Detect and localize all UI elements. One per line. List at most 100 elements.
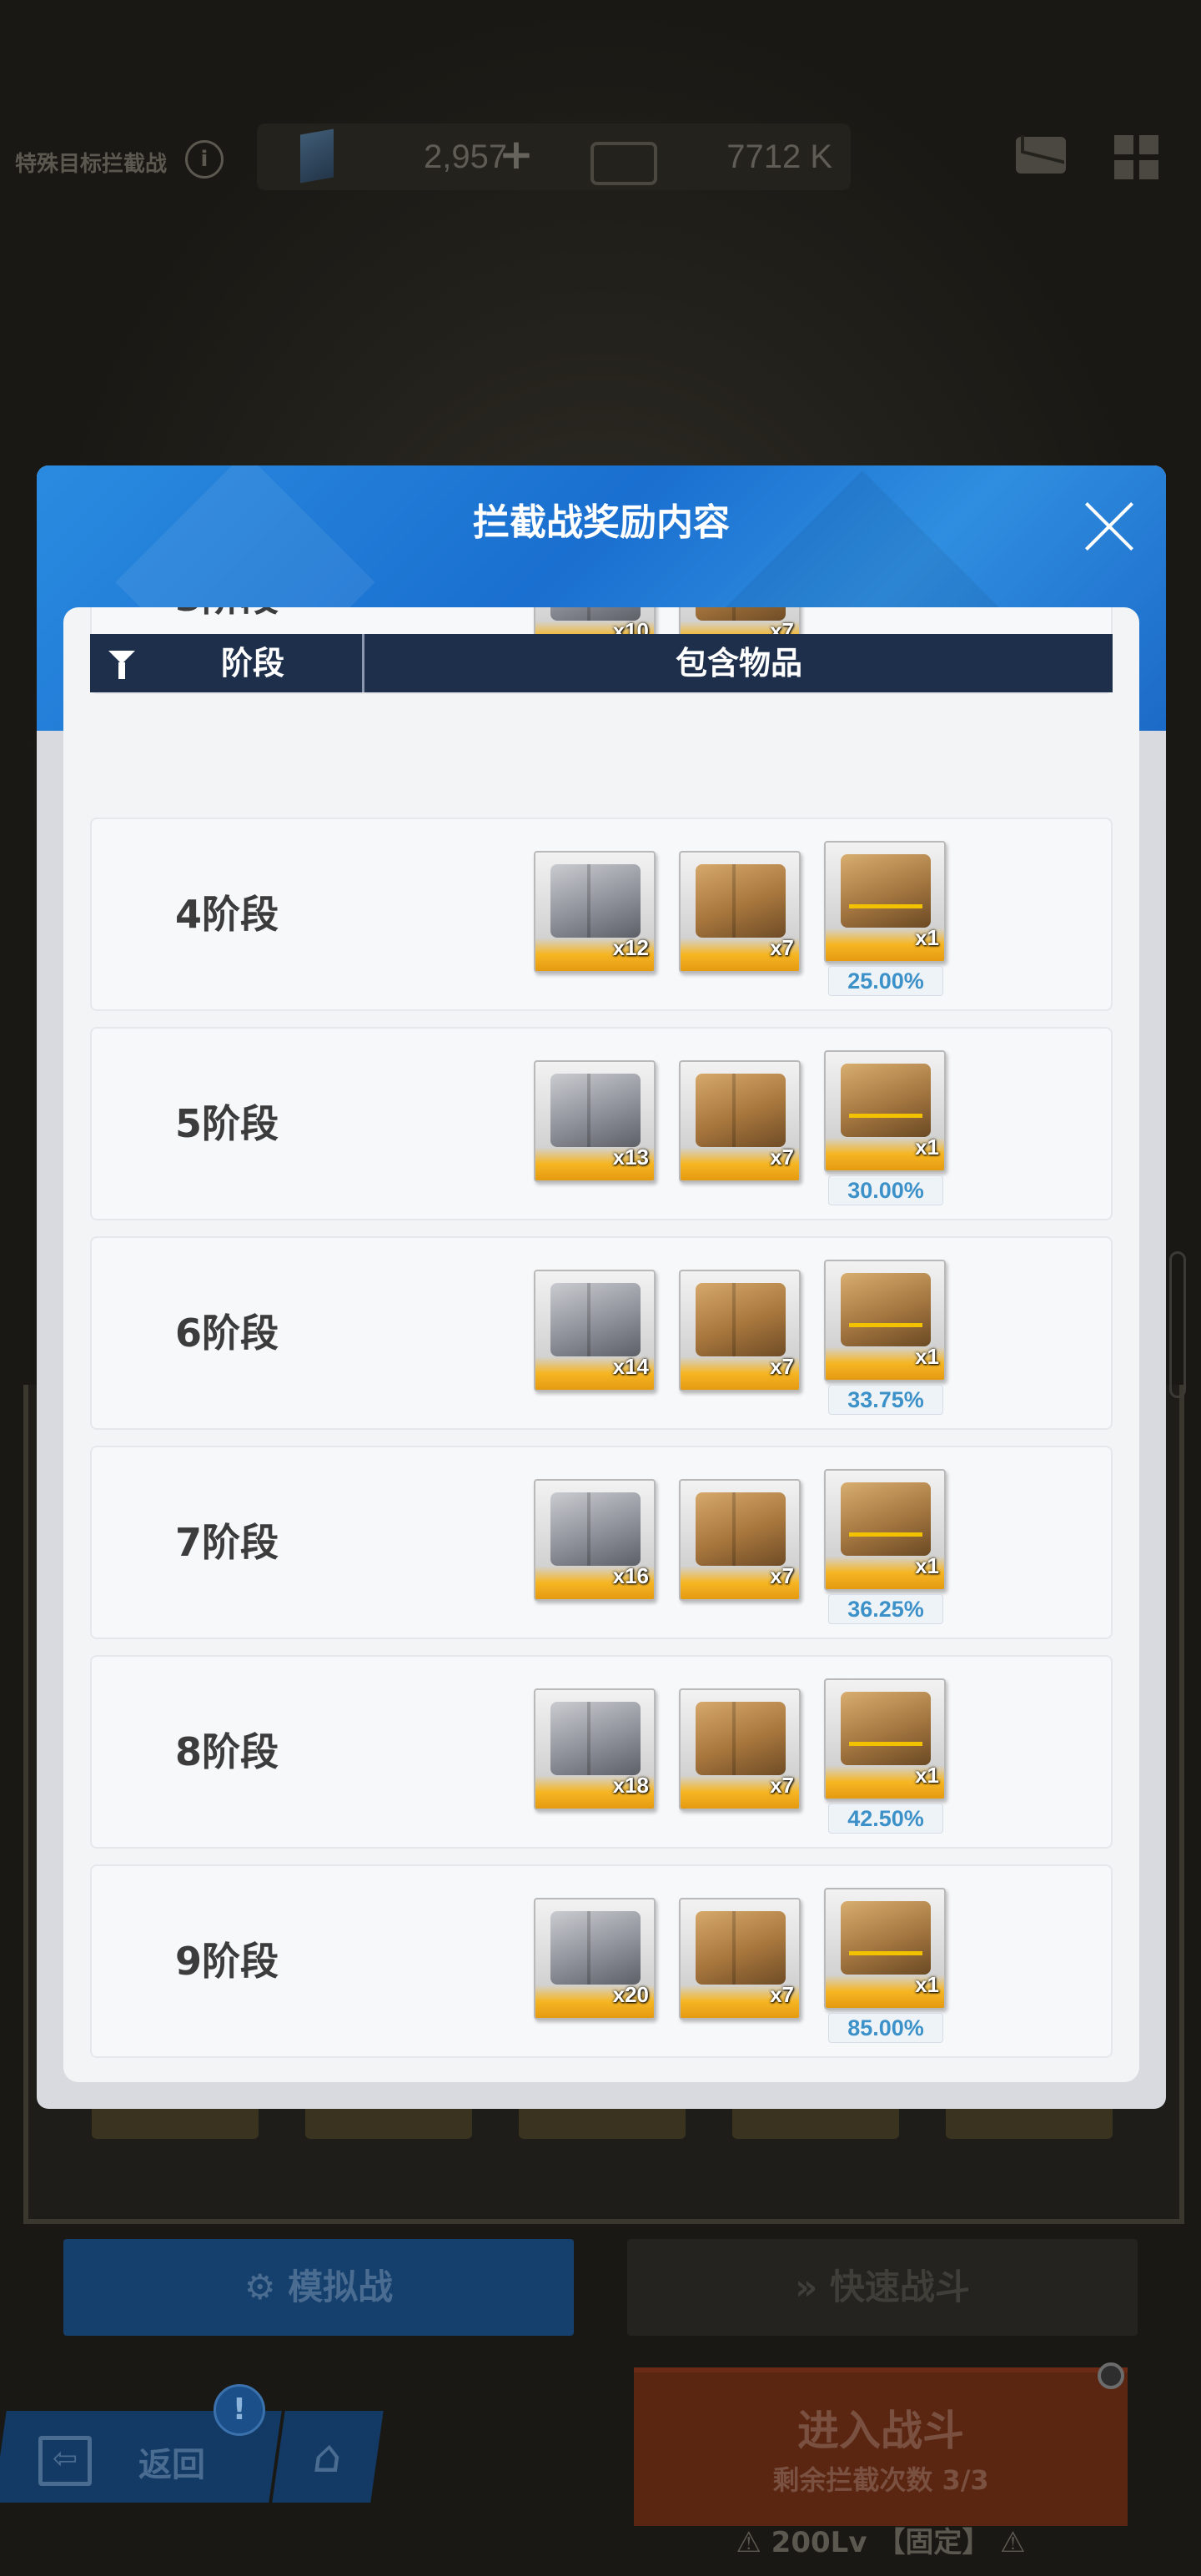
item-quantity: x20 — [612, 1982, 649, 2007]
stage-label: 5阶段 — [175, 1101, 279, 1146]
drop-chance: 30.00% — [828, 1175, 943, 1205]
header-divider — [362, 634, 364, 692]
drop-chance: 85.00% — [828, 2013, 943, 2043]
item-quantity: x1 — [915, 1553, 939, 1578]
reward-row: 8阶段 x18 x7 x1 42.50% — [90, 1655, 1113, 1849]
item-quantity: x1 — [915, 1972, 939, 1997]
reward-row: 7阶段 x16 x7 x1 36.25% — [90, 1446, 1113, 1639]
item-quantity: x1 — [915, 1344, 939, 1369]
reward-row: 6阶段 x14 x7 x1 33.75% — [90, 1236, 1113, 1430]
reward-row: 4阶段 x12 x7 x1 25.00% — [90, 818, 1113, 1011]
reward-item-silver-crate[interactable]: x13 — [534, 1060, 656, 1182]
background-badges — [92, 2106, 1134, 2156]
add-gems-icon[interactable]: + — [499, 130, 534, 179]
brown-crate-icon — [696, 864, 786, 938]
reward-row: 5阶段 x13 x7 x1 30.00% — [90, 1027, 1113, 1220]
drop-chance: 33.75% — [828, 1385, 943, 1415]
reward-item-gold-crate[interactable]: x1 — [824, 1260, 946, 1381]
gems-value: 2,957 — [424, 138, 508, 175]
reward-item-silver-crate[interactable]: x14 — [534, 1270, 656, 1391]
simulation-icon: ⚙ — [244, 2267, 289, 2307]
gold-crate-icon — [841, 1273, 931, 1346]
notice-badge-icon: ! — [214, 2384, 265, 2436]
rewards-modal: 拦截战奖励内容 3阶段x10x74阶段x12x7x125.00%5阶段x13x7… — [37, 465, 1166, 2109]
table-header: 阶段 包含物品 — [90, 634, 1113, 692]
brown-crate-icon — [696, 1702, 786, 1775]
stage-label: 8阶段 — [175, 1729, 279, 1774]
reward-item-brown-crate[interactable]: x7 — [679, 1060, 801, 1182]
item-quantity: x7 — [770, 1354, 794, 1379]
item-quantity: x7 — [770, 1773, 794, 1798]
reward-item-gold-crate[interactable]: x1 — [824, 1469, 946, 1591]
reward-item-silver-crate[interactable]: x18 — [534, 1688, 656, 1810]
item-quantity: x12 — [612, 935, 649, 960]
modal-title: 拦截战奖励内容 — [473, 501, 730, 544]
gold-crate-icon — [841, 1901, 931, 1975]
stage-label: 4阶段 — [175, 892, 279, 937]
item-quantity: x7 — [770, 1145, 794, 1170]
quick-battle-button[interactable]: » 快速战斗 — [627, 2239, 1138, 2336]
menu-grid-icon[interactable] — [1114, 135, 1159, 180]
reward-row: 9阶段 x20 x7 x1 85.00% — [90, 1864, 1113, 2058]
item-quantity: x14 — [612, 1354, 649, 1379]
close-icon[interactable] — [1079, 496, 1139, 556]
reward-item-brown-crate[interactable]: x7 — [679, 1270, 801, 1391]
silver-crate-icon — [550, 1702, 641, 1775]
gold-crate-icon — [841, 1064, 931, 1137]
silver-crate-icon — [550, 1492, 641, 1566]
home-icon: ⌂ — [309, 2430, 346, 2483]
brown-crate-icon — [696, 1911, 786, 1985]
reward-rows[interactable]: 3阶段x10x74阶段x12x7x125.00%5阶段x13x7x130.00%… — [90, 607, 1113, 2082]
enter-battle-label: 进入战斗 — [797, 2407, 964, 2455]
level-requirement: ⚠ 200Lv 【固定】 ⚠ — [736, 2526, 1026, 2559]
drop-chance: 36.25% — [828, 1594, 943, 1624]
stage-label: 9阶段 — [175, 1939, 279, 1984]
stage-label: 7阶段 — [175, 1520, 279, 1565]
brown-crate-icon — [696, 1074, 786, 1147]
quick-battle-label: 快速战斗 — [829, 2267, 970, 2307]
reward-item-gold-crate[interactable]: x1 — [824, 1888, 946, 2010]
reward-item-silver-crate[interactable]: x12 — [534, 851, 656, 973]
silver-crate-icon — [550, 1283, 641, 1356]
item-quantity: x7 — [770, 1982, 794, 2007]
back-label: 返回 — [138, 2446, 205, 2484]
stage-label: 6阶段 — [175, 1311, 279, 1356]
reward-item-brown-crate[interactable]: x7 — [679, 1479, 801, 1601]
item-quantity: x18 — [612, 1773, 649, 1798]
reward-item-gold-crate[interactable]: x1 — [824, 1050, 946, 1172]
item-quantity: x1 — [915, 925, 939, 950]
item-quantity: x13 — [612, 1145, 649, 1170]
drop-chance: 42.50% — [828, 1804, 943, 1834]
reward-item-silver-crate[interactable]: x20 — [534, 1898, 656, 2020]
scrollbar[interactable] — [1169, 1251, 1186, 1398]
credits-value: 7712 K — [726, 138, 832, 175]
reward-item-gold-crate[interactable]: x1 — [824, 1678, 946, 1800]
exit-icon: ⇦ — [38, 2436, 92, 2486]
item-quantity: x16 — [612, 1563, 649, 1588]
reward-item-brown-crate[interactable]: x7 — [679, 1688, 801, 1810]
gold-crate-icon — [841, 1482, 931, 1556]
mail-icon[interactable] — [1016, 137, 1066, 174]
simulation-label: 模拟战 — [288, 2267, 394, 2307]
item-quantity: x1 — [915, 1763, 939, 1788]
reward-item-brown-crate[interactable]: x7 — [679, 1898, 801, 2020]
top-bar: 特殊目标拦截战 i 2,957 + 7712 K — [0, 117, 1201, 200]
gold-crate-icon — [841, 854, 931, 928]
item-quantity: x7 — [770, 935, 794, 960]
home-button[interactable]: ⌂ — [272, 2411, 384, 2503]
header-items: 包含物品 — [675, 645, 802, 682]
silver-crate-icon — [550, 1074, 641, 1147]
enter-battle-button[interactable]: 进入战斗 剩余拦截次数 3/3 — [634, 2362, 1128, 2526]
credit-icon — [590, 142, 657, 185]
info-icon[interactable]: i — [185, 140, 224, 179]
reward-item-silver-crate[interactable]: x16 — [534, 1479, 656, 1601]
brown-crate-icon — [696, 1492, 786, 1566]
silver-crate-icon — [550, 864, 641, 938]
reward-item-brown-crate[interactable]: x7 — [679, 851, 801, 973]
rewards-table: 3阶段x10x74阶段x12x7x125.00%5阶段x13x7x130.00%… — [63, 607, 1139, 2082]
gem-icon — [300, 128, 334, 184]
reward-item-gold-crate[interactable]: x1 — [824, 841, 946, 963]
currency-bar: 2,957 + 7712 K — [257, 123, 851, 190]
status-dot-icon — [1098, 2362, 1124, 2389]
simulation-battle-button[interactable]: ⚙ 模拟战 — [63, 2239, 574, 2336]
